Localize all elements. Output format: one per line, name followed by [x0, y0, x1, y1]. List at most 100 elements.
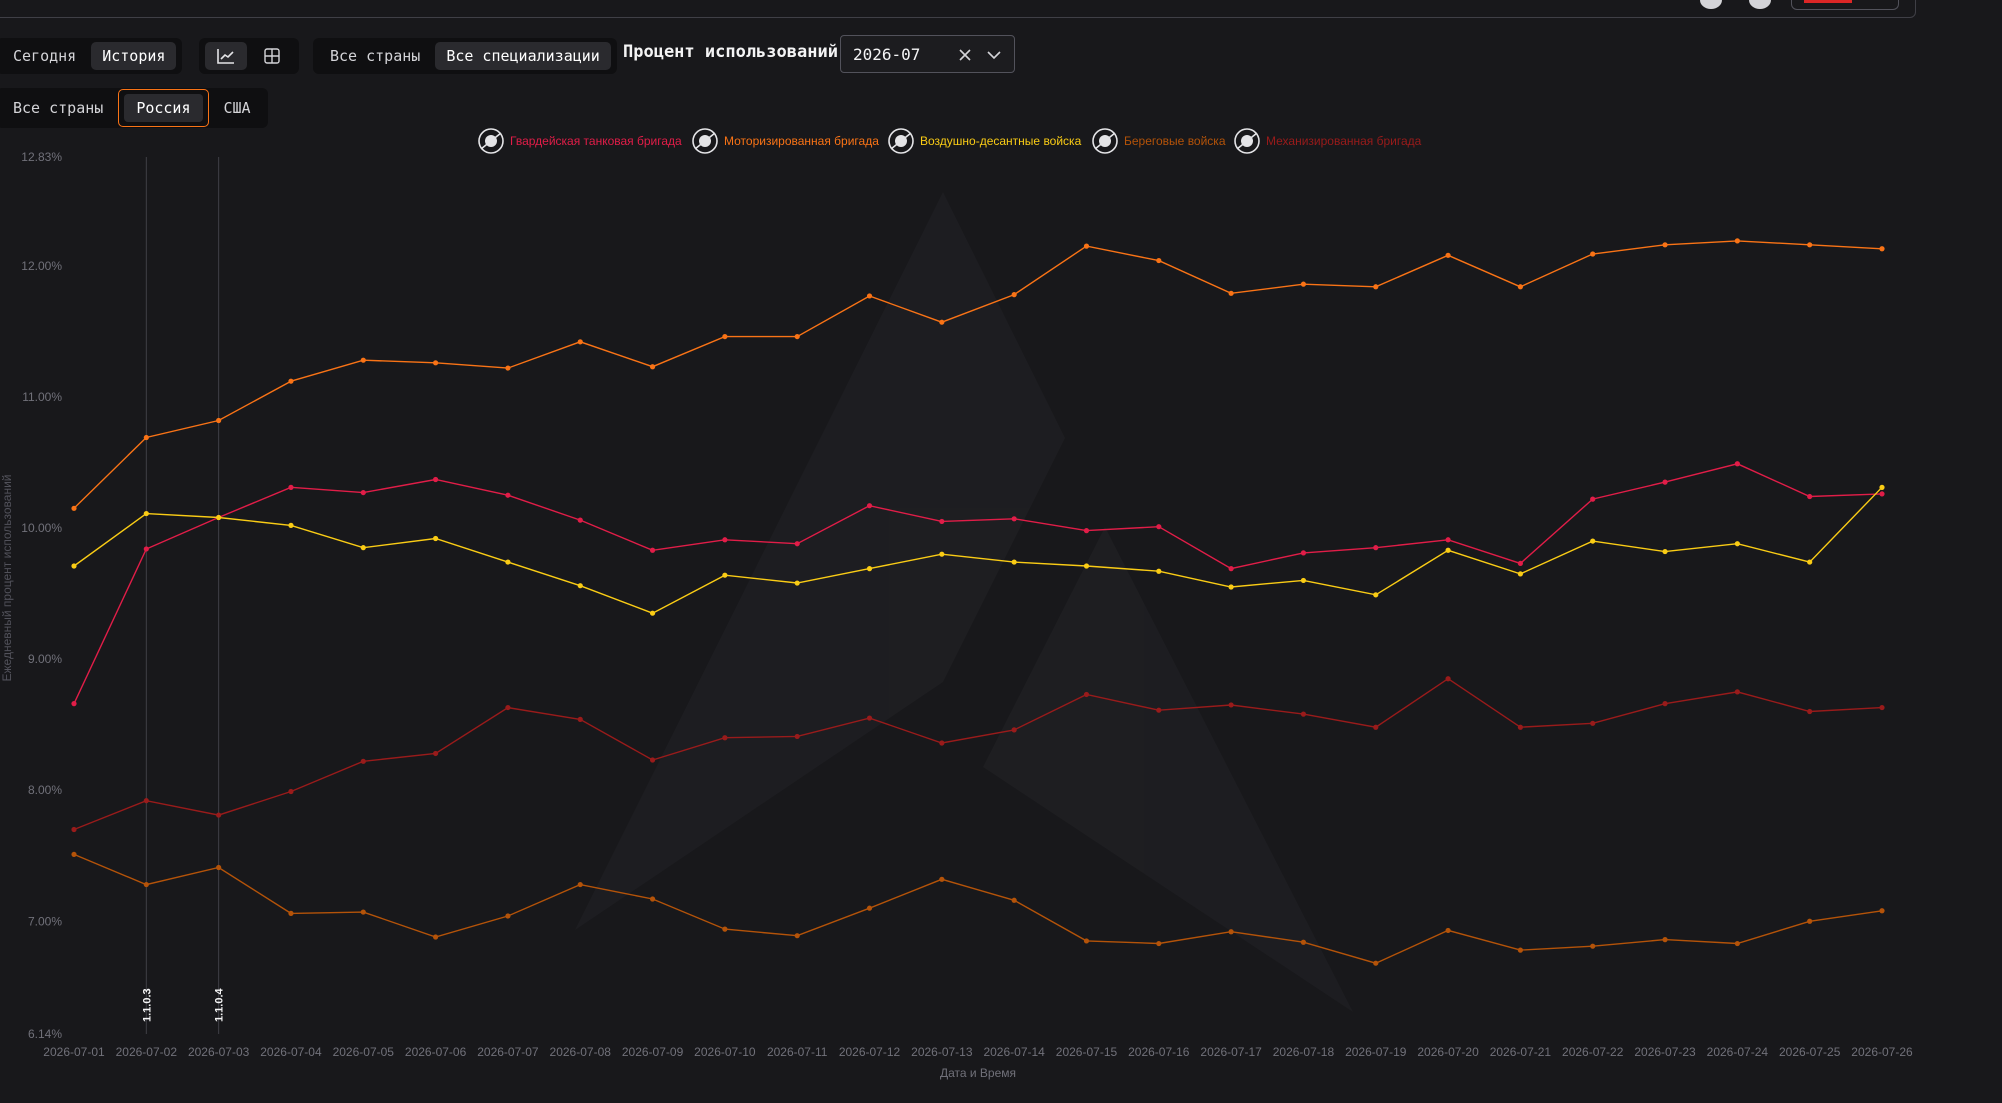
data-point[interactable] — [794, 933, 800, 939]
data-point[interactable] — [1662, 479, 1668, 485]
data-point[interactable] — [577, 881, 583, 888]
data-point[interactable] — [1011, 727, 1017, 733]
data-point[interactable] — [866, 566, 873, 572]
data-point[interactable] — [505, 492, 511, 498]
data-point[interactable] — [866, 715, 873, 721]
tab-all-specializations[interactable]: Все специализации — [435, 42, 611, 70]
data-point[interactable] — [1590, 943, 1596, 949]
data-point[interactable] — [360, 489, 366, 496]
legend-item[interactable]: Моторизированная бригада — [692, 128, 879, 154]
data-point[interactable] — [505, 559, 511, 565]
data-point[interactable] — [1300, 281, 1307, 287]
data-point[interactable] — [433, 934, 439, 940]
data-point[interactable] — [143, 510, 149, 517]
data-point[interactable] — [866, 293, 873, 299]
data-point[interactable] — [1879, 704, 1885, 711]
data-point[interactable] — [1879, 246, 1885, 252]
data-point[interactable] — [1445, 252, 1451, 258]
data-point[interactable] — [722, 572, 728, 578]
data-point[interactable] — [577, 339, 583, 345]
globe-icon[interactable] — [1700, 0, 1722, 9]
clear-icon[interactable] — [958, 48, 972, 62]
data-point[interactable] — [1662, 242, 1668, 248]
data-point[interactable] — [1807, 493, 1813, 500]
data-point[interactable] — [1083, 691, 1090, 698]
data-point[interactable] — [505, 913, 511, 919]
data-point[interactable] — [1083, 528, 1090, 534]
tab-history[interactable]: История — [91, 42, 177, 70]
data-point[interactable] — [1011, 516, 1017, 522]
data-point[interactable] — [360, 909, 366, 915]
data-point[interactable] — [1662, 548, 1668, 555]
data-point[interactable] — [1228, 929, 1234, 935]
data-point[interactable] — [1300, 939, 1307, 945]
data-point[interactable] — [1300, 711, 1307, 717]
data-point[interactable] — [1011, 292, 1017, 298]
data-point[interactable] — [71, 505, 77, 511]
data-point[interactable] — [1734, 461, 1740, 467]
data-point[interactable] — [794, 580, 800, 586]
data-point[interactable] — [1662, 937, 1668, 943]
data-point[interactable] — [1734, 940, 1740, 947]
data-point[interactable] — [1734, 238, 1740, 244]
data-point[interactable] — [1156, 524, 1162, 530]
data-point[interactable] — [216, 514, 222, 521]
data-point[interactable] — [433, 476, 439, 483]
data-point[interactable] — [1011, 559, 1017, 565]
data-point[interactable] — [1590, 496, 1596, 502]
data-point[interactable] — [1734, 689, 1740, 695]
data-point[interactable] — [1373, 960, 1379, 966]
data-point[interactable] — [288, 484, 294, 490]
data-point[interactable] — [1517, 284, 1523, 290]
data-point[interactable] — [1734, 541, 1740, 547]
data-point[interactable] — [939, 518, 945, 525]
data-point[interactable] — [577, 716, 583, 722]
data-point[interactable] — [216, 417, 222, 424]
data-point[interactable] — [143, 546, 149, 552]
legend-item[interactable]: Воздушно-десантные войска — [888, 128, 1082, 154]
chevron-down-icon[interactable] — [987, 50, 1001, 60]
data-point[interactable] — [1228, 290, 1234, 296]
data-point[interactable] — [794, 333, 800, 340]
data-point[interactable] — [722, 735, 728, 741]
data-point[interactable] — [1590, 538, 1596, 544]
data-point[interactable] — [1517, 560, 1523, 566]
data-point[interactable] — [1807, 708, 1813, 715]
line-chart-view-button[interactable] — [205, 42, 247, 70]
user-icon[interactable] — [1749, 0, 1771, 9]
data-point[interactable] — [1083, 563, 1090, 569]
data-point[interactable] — [866, 503, 873, 509]
data-point[interactable] — [1083, 938, 1090, 944]
data-point[interactable] — [360, 357, 366, 363]
data-point[interactable] — [1373, 724, 1379, 730]
data-point[interactable] — [1517, 947, 1523, 953]
tab-country-all[interactable]: Все страны — [2, 94, 114, 122]
data-point[interactable] — [1300, 550, 1307, 556]
data-point[interactable] — [288, 378, 294, 384]
data-point[interactable] — [1517, 724, 1523, 730]
data-point[interactable] — [1590, 720, 1596, 726]
data-point[interactable] — [649, 757, 656, 763]
data-point[interactable] — [1590, 251, 1596, 257]
data-point[interactable] — [939, 319, 945, 325]
data-point[interactable] — [1879, 484, 1885, 490]
data-point[interactable] — [1011, 897, 1017, 903]
data-point[interactable] — [1445, 537, 1451, 543]
data-point[interactable] — [1373, 284, 1379, 290]
data-point[interactable] — [649, 364, 656, 370]
data-point[interactable] — [794, 541, 800, 547]
data-point[interactable] — [71, 701, 77, 707]
data-point[interactable] — [577, 583, 583, 589]
data-point[interactable] — [866, 905, 873, 911]
data-point[interactable] — [939, 876, 945, 882]
tab-country-usa[interactable]: США — [213, 94, 262, 122]
data-point[interactable] — [216, 812, 222, 818]
data-point[interactable] — [1300, 577, 1307, 584]
legend-item[interactable]: Береговые войска — [1092, 128, 1226, 154]
data-point[interactable] — [1879, 908, 1885, 914]
data-point[interactable] — [1807, 242, 1813, 248]
data-point[interactable] — [505, 365, 511, 371]
data-point[interactable] — [360, 545, 366, 551]
data-point[interactable] — [1373, 592, 1379, 598]
data-point[interactable] — [649, 547, 656, 553]
